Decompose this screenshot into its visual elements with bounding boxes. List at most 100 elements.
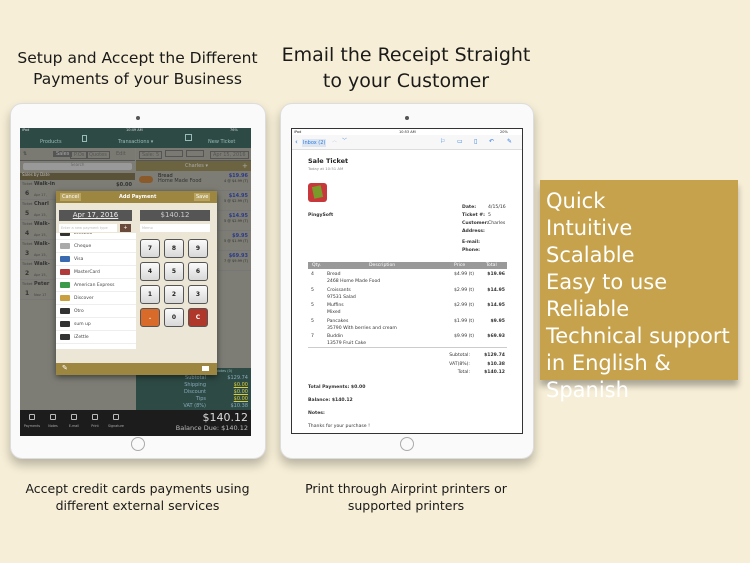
- toolbar-label: Signature: [108, 424, 124, 428]
- item-row[interactable]: Bread Home Made Food $19.96 4 @ $4.99 (T): [136, 171, 251, 191]
- key-0[interactable]: 0: [164, 308, 184, 327]
- clock: 10:49 AM: [126, 128, 143, 132]
- add-payment-modal: Cancel Add Payment Save Apr 17, 2016 $14…: [56, 191, 217, 375]
- total-value[interactable]: $0.00: [234, 389, 248, 395]
- notes-count[interactable]: Notes (0): [216, 369, 232, 373]
- payment-method-item[interactable]: MasterCard: [56, 266, 136, 279]
- nav-new-ticket[interactable]: New Ticket: [208, 139, 235, 145]
- folder-icon[interactable]: ▭: [457, 138, 463, 145]
- calendar-icon[interactable]: [185, 134, 192, 141]
- date-text: Apr 17, 2016: [72, 211, 119, 219]
- modal-title: Add Payment: [119, 194, 157, 200]
- row-qty: 7: [311, 334, 314, 339]
- payment-method-item[interactable]: Otro: [56, 305, 136, 318]
- save-button[interactable]: Save: [194, 193, 211, 201]
- payment-method-item[interactable]: Visa: [56, 253, 136, 266]
- sort-icon[interactable]: ⇅: [23, 151, 27, 157]
- cancel-button[interactable]: Cancel: [60, 193, 81, 201]
- toolbar-payments-button[interactable]: Payments: [22, 412, 42, 432]
- calculator-icon[interactable]: [82, 135, 87, 142]
- toolbar-print-button[interactable]: Print: [85, 412, 105, 432]
- compose-icon[interactable]: ✎: [507, 138, 512, 145]
- key-c[interactable]: C: [188, 308, 208, 327]
- segment-quotes[interactable]: Quotes: [86, 151, 110, 159]
- ticket-customer: Charl: [34, 201, 49, 207]
- toolbar-label: Notes: [48, 424, 58, 428]
- toolbar-signature-button[interactable]: Signature: [106, 412, 126, 432]
- company-name: PingySoft: [308, 213, 334, 218]
- feature-item: in English & Spanish: [546, 351, 671, 402]
- payment-date[interactable]: Apr 17, 2016: [59, 210, 132, 221]
- payment-method-item[interactable]: Efectivo: [56, 233, 136, 240]
- row-sub: 97531 Salad: [327, 294, 356, 300]
- add-payment-type-button[interactable]: +: [120, 224, 131, 232]
- row-total: $69.93: [487, 334, 505, 339]
- feature-item: Easy to use: [546, 270, 668, 294]
- reply-icon[interactable]: ↶: [489, 138, 494, 145]
- table-header: [308, 262, 507, 269]
- key-5[interactable]: 5: [164, 262, 184, 281]
- key-6[interactable]: 6: [188, 262, 208, 281]
- row-desc: Croissants: [327, 287, 351, 293]
- payment-method-item[interactable]: sum up: [56, 318, 136, 331]
- pencil-icon[interactable]: ✎: [62, 364, 68, 372]
- heading-line: to your Customer: [322, 69, 490, 92]
- ticket-label: Ticket: [22, 222, 33, 226]
- row-total: $14.95: [487, 303, 505, 308]
- back-icon[interactable]: ‹: [295, 138, 298, 146]
- payment-amount[interactable]: $140.12: [140, 210, 210, 221]
- total-label: Tips: [195, 396, 206, 402]
- ticket-customer: Peter: [34, 281, 50, 287]
- edit-button[interactable]: Edit: [116, 151, 126, 157]
- toolbar-e-mail-button[interactable]: E-mail: [64, 412, 84, 432]
- ticket-number: 3: [25, 250, 30, 257]
- key-1[interactable]: 1: [140, 285, 160, 304]
- amount-text: $140.12: [160, 211, 190, 219]
- key-2[interactable]: 2: [164, 285, 184, 304]
- payment-method-label: Visa: [74, 257, 84, 262]
- grand-total: $140.12: [202, 411, 249, 424]
- payment-method-item[interactable]: Cheque: [56, 240, 136, 253]
- lock-icon[interactable]: [186, 150, 204, 157]
- summary-value: $129.74: [484, 353, 505, 358]
- key-8[interactable]: 8: [164, 239, 184, 258]
- flag-icon[interactable]: ⚐: [440, 138, 445, 145]
- total-label: Shipping: [184, 382, 206, 388]
- caption-line: Print through Airprint printers or: [305, 481, 507, 496]
- chevron-up-icon[interactable]: ︿: [332, 138, 337, 144]
- payment-method-item[interactable]: iZettle: [56, 331, 136, 344]
- item-qty: 5 @ $2.99 (T): [224, 199, 248, 203]
- payment-method-item[interactable]: American Express: [56, 279, 136, 292]
- customer-selector[interactable]: Charles ▾: [185, 163, 208, 169]
- battery: 76%: [230, 128, 238, 132]
- chevron-down-icon[interactable]: ﹀: [342, 138, 347, 144]
- card-icon[interactable]: [202, 366, 209, 371]
- row-desc: Pancakes: [327, 318, 349, 324]
- total-label: VAT (8%): [183, 403, 206, 409]
- summary-value: $10.38: [487, 361, 505, 367]
- total-value[interactable]: $0.00: [234, 396, 248, 402]
- feature-item: Intuitive: [546, 216, 633, 240]
- home-button: [400, 437, 414, 451]
- key-3[interactable]: 3: [188, 285, 208, 304]
- memo-input[interactable]: Memo: [140, 224, 210, 232]
- add-icon[interactable]: +: [242, 162, 248, 170]
- payment-method-item[interactable]: Discover: [56, 292, 136, 305]
- nav-transactions[interactable]: Transactions ▾: [118, 139, 153, 145]
- ticket-customer: Walk-: [34, 241, 50, 247]
- key-9[interactable]: 9: [188, 239, 208, 258]
- payment-type-input[interactable]: Enter a new payment type: [59, 224, 117, 232]
- row-desc: Buddin: [327, 334, 344, 339]
- key-7[interactable]: 7: [140, 239, 160, 258]
- trash-icon[interactable]: ▯: [474, 138, 477, 145]
- inbox-button[interactable]: Inbox (2): [302, 139, 327, 147]
- ticket-date[interactable]: Apr 15, 2016: [210, 151, 249, 159]
- total-value[interactable]: $0.00: [234, 382, 248, 388]
- key-4[interactable]: 4: [140, 262, 160, 281]
- search-input[interactable]: Search: [23, 162, 132, 170]
- toolbar-notes-button[interactable]: Notes: [43, 412, 63, 432]
- key-decimal[interactable]: .: [140, 308, 160, 327]
- nav-products[interactable]: Products: [40, 139, 62, 145]
- total-label: Subtotal: [185, 375, 206, 381]
- flag-icon[interactable]: [165, 150, 183, 157]
